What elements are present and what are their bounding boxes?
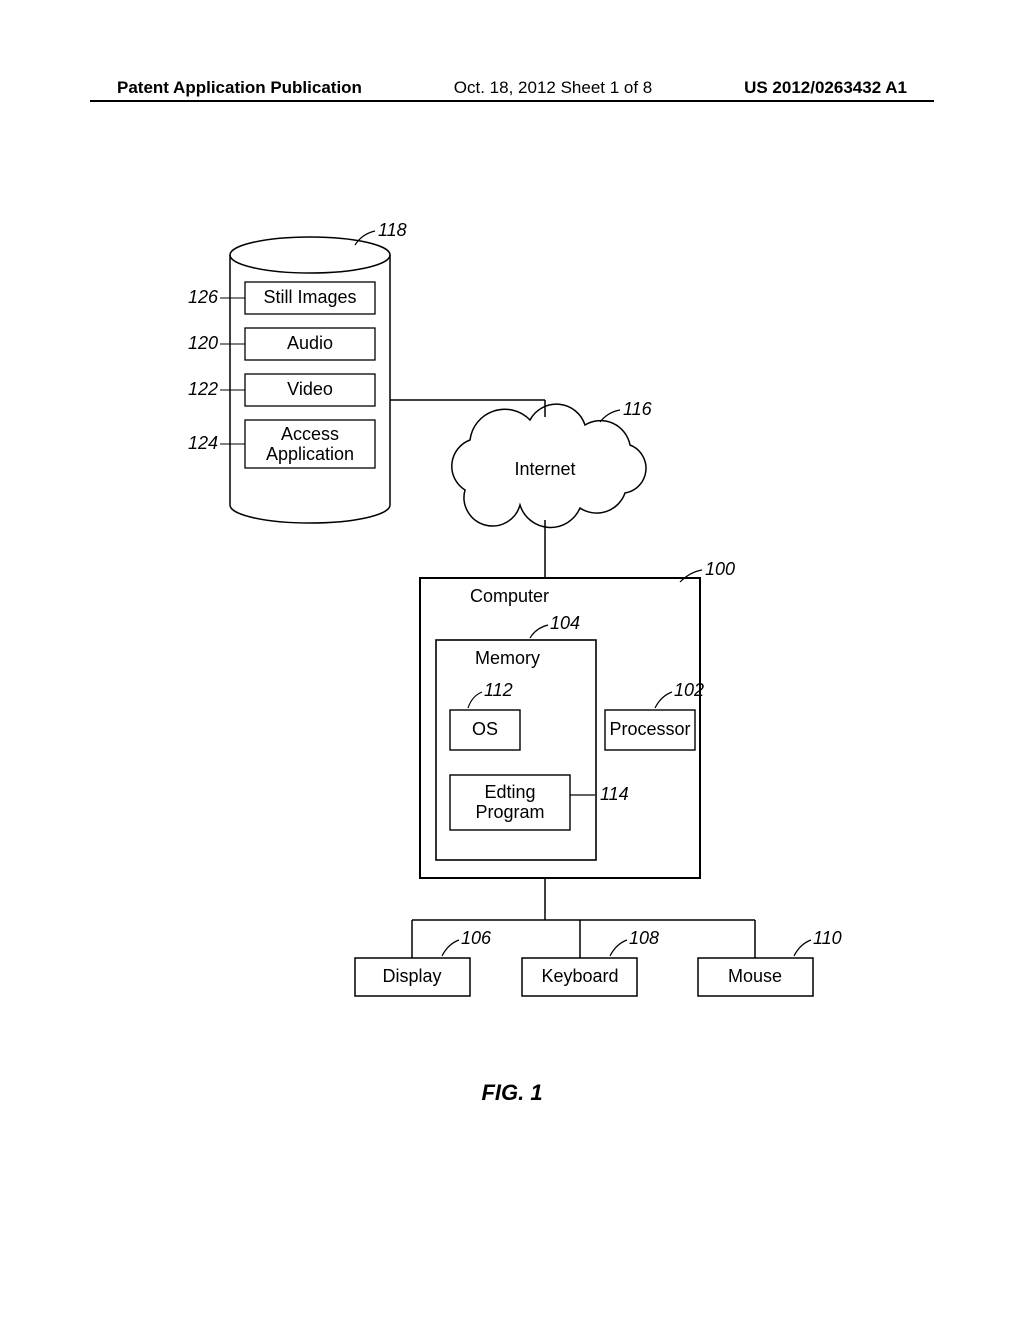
storage-item-still-images: Still Images — [263, 287, 356, 307]
figure-1-diagram: 118 Still Images Audio Video Access Appl… — [150, 220, 870, 1040]
page-header: Patent Application Publication Oct. 18, … — [0, 78, 1024, 98]
storage-item-audio: Audio — [287, 333, 333, 353]
processor-label: Processor — [609, 719, 690, 739]
ref-124: 124 — [188, 433, 218, 453]
header-right: US 2012/0263432 A1 — [744, 78, 907, 98]
header-left: Patent Application Publication — [117, 78, 362, 98]
figure-label: FIG. 1 — [0, 1080, 1024, 1106]
storage-item-access-l2: Application — [266, 444, 354, 464]
display-label: Display — [382, 966, 441, 986]
mouse-label: Mouse — [728, 966, 782, 986]
storage-item-access-l1: Access — [281, 424, 339, 444]
ref-112: 112 — [484, 680, 513, 700]
ref-122: 122 — [188, 379, 218, 399]
ref-118: 118 — [378, 220, 407, 240]
ref-102: 102 — [674, 680, 704, 700]
storage-item-video: Video — [287, 379, 333, 399]
ref-104: 104 — [550, 613, 580, 633]
ref-100: 100 — [705, 559, 735, 579]
header-divider — [90, 100, 934, 102]
internet-label: Internet — [514, 459, 575, 479]
ref-108: 108 — [629, 928, 659, 948]
ref-116: 116 — [623, 399, 653, 419]
computer-label: Computer — [470, 586, 549, 606]
ref-106: 106 — [461, 928, 492, 948]
ref-110: 110 — [813, 928, 842, 948]
ref-126: 126 — [188, 287, 219, 307]
header-mid: Oct. 18, 2012 Sheet 1 of 8 — [454, 78, 652, 98]
ref-120: 120 — [188, 333, 218, 353]
ref-114: 114 — [600, 784, 629, 804]
os-label: OS — [472, 719, 498, 739]
editing-label-l2: Program — [475, 802, 544, 822]
editing-label-l1: Edting — [484, 782, 535, 802]
keyboard-label: Keyboard — [541, 966, 618, 986]
memory-label: Memory — [475, 648, 540, 668]
